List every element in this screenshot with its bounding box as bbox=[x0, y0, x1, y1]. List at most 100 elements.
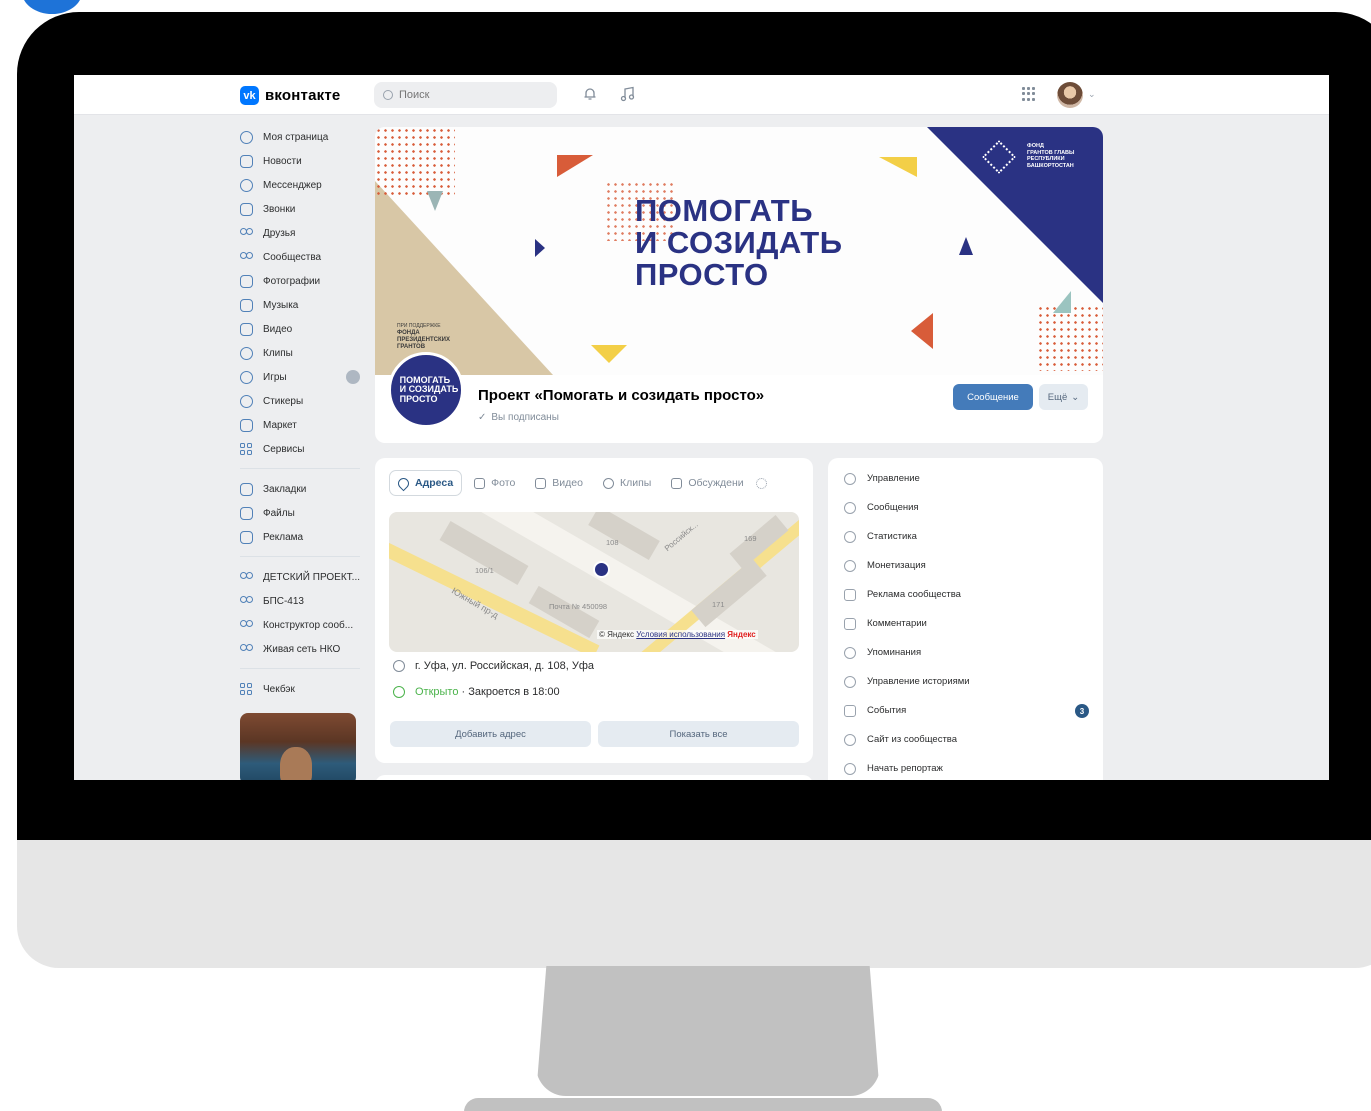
menu-item[interactable]: Друзья bbox=[240, 221, 370, 245]
bell-icon[interactable] bbox=[583, 87, 597, 101]
video-icon bbox=[240, 322, 253, 336]
admin-item[interactable]: Упоминания bbox=[828, 638, 1103, 667]
services-icon bbox=[240, 682, 253, 696]
bookmark-icon bbox=[240, 482, 253, 496]
cover-teal-triangle bbox=[427, 191, 443, 211]
admin-item[interactable]: Управление историями bbox=[828, 667, 1103, 696]
communities-icon bbox=[240, 643, 253, 656]
menu-item[interactable]: Фотографии bbox=[240, 269, 370, 293]
admin-item-label: Статистика bbox=[867, 531, 917, 542]
sponsor-presidential-grants: ПРИ ПОДДЕРЖКЕ ФОНДА ПРЕЗИДЕНТСКИХ ГРАНТО… bbox=[397, 323, 450, 350]
menu-item[interactable]: Звонки bbox=[240, 197, 370, 221]
menu-item[interactable]: Маркет bbox=[240, 413, 370, 437]
menu-item[interactable]: ДЕТСКИЙ ПРОЕКТ... bbox=[240, 565, 370, 589]
cover-yellow-bottom-triangle bbox=[591, 345, 627, 363]
next-card bbox=[375, 775, 813, 780]
menu-item[interactable]: Сервисы bbox=[240, 437, 370, 461]
admin-item[interactable]: Управление bbox=[828, 464, 1103, 493]
chevron-down-icon[interactable]: ⌄ bbox=[1088, 89, 1096, 100]
menu-divider bbox=[240, 556, 360, 557]
clock-icon bbox=[393, 686, 405, 698]
terms-link[interactable]: Условия использования bbox=[636, 630, 725, 639]
tab-clips[interactable]: Клипы bbox=[595, 470, 659, 496]
menu-item[interactable]: Файлы bbox=[240, 501, 370, 525]
admin-item[interactable]: Сообщения bbox=[828, 493, 1103, 522]
address-map[interactable]: 108 169 106/1 171 Почта № 450098 Южный п… bbox=[389, 512, 799, 652]
menu-item-label: Мессенджер bbox=[263, 179, 322, 191]
tab-discussions[interactable]: Обсуждени bbox=[663, 470, 751, 496]
menu-item[interactable]: БПС-413 bbox=[240, 589, 370, 613]
megaphone-icon bbox=[240, 530, 253, 544]
admin-item[interactable]: Сайт из сообщества bbox=[828, 725, 1103, 754]
clips-icon bbox=[602, 477, 614, 489]
cover-red-triangle bbox=[557, 155, 593, 177]
friends-icon bbox=[240, 227, 253, 240]
promo-thumbnail[interactable] bbox=[240, 713, 356, 780]
admin-item[interactable]: Статистика bbox=[828, 522, 1103, 551]
menu-item[interactable]: Новости bbox=[240, 149, 370, 173]
globe-icon bbox=[844, 733, 856, 746]
tab-photos[interactable]: Фото bbox=[466, 470, 523, 496]
admin-item[interactable]: Монетизация bbox=[828, 551, 1103, 580]
message-button[interactable]: Сообщение bbox=[953, 384, 1033, 410]
file-icon bbox=[240, 506, 253, 520]
more-button[interactable]: Ещё ⌄ bbox=[1039, 384, 1088, 410]
admin-item-label: События bbox=[867, 705, 907, 716]
gear-icon[interactable] bbox=[755, 477, 767, 489]
admin-item-label: Сообщения bbox=[867, 502, 919, 513]
admin-item[interactable]: События 3 bbox=[828, 696, 1103, 725]
calendar-icon bbox=[844, 704, 856, 717]
megaphone-icon bbox=[844, 588, 856, 601]
user-circle-icon bbox=[240, 130, 253, 144]
events-count-badge: 3 bbox=[1075, 704, 1089, 718]
show-all-button[interactable]: Показать все bbox=[598, 721, 799, 747]
cover-image: ПОМОГАТЬ И СОЗИДАТЬ ПРОСТО ПРИ ПОДДЕРЖКЕ… bbox=[375, 127, 1103, 375]
admin-item-label: Управление bbox=[867, 473, 920, 484]
menu-item[interactable]: Стикеры bbox=[240, 389, 370, 413]
admin-item[interactable]: Комментарии bbox=[828, 609, 1103, 638]
menu-item[interactable]: Моя страница bbox=[240, 125, 370, 149]
admin-item[interactable]: Реклама сообщества bbox=[828, 580, 1103, 609]
menu-item[interactable]: Конструктор сооб... bbox=[240, 613, 370, 637]
avatar[interactable] bbox=[1057, 82, 1083, 108]
map-marker[interactable] bbox=[593, 561, 610, 578]
cover-dots-bottom-right bbox=[1037, 305, 1103, 371]
subscription-status[interactable]: ✓ Вы подписаны bbox=[478, 412, 559, 423]
menu-item[interactable]: Сообщества bbox=[240, 245, 370, 269]
menu-item[interactable]: Мессенджер bbox=[240, 173, 370, 197]
left-menu: Моя страница Новости Мессенджер Звонки Друзь… bbox=[240, 125, 370, 780]
admin-item[interactable]: Начать репортаж bbox=[828, 754, 1103, 780]
mention-icon bbox=[844, 646, 856, 659]
monitor-stand-neck bbox=[536, 966, 880, 1096]
admin-item-label: Монетизация bbox=[867, 560, 926, 571]
screen: vk вконтакте ⌄ Моя страница Новости Мессен… bbox=[74, 75, 1329, 780]
add-address-button[interactable]: Добавить адрес bbox=[390, 721, 591, 747]
search-box[interactable] bbox=[374, 82, 557, 108]
apps-icon[interactable] bbox=[1022, 87, 1036, 101]
gear-icon bbox=[844, 472, 856, 485]
menu-item[interactable]: Живая сеть НКО bbox=[240, 637, 370, 661]
status-close-time: · Закроется в 18:00 bbox=[461, 686, 560, 698]
vk-logo[interactable]: vk вконтакте bbox=[240, 86, 340, 105]
search-input[interactable] bbox=[399, 89, 539, 101]
group-avatar[interactable]: ПОМОГАТЬ И СОЗИДАТЬ ПРОСТО bbox=[388, 352, 464, 428]
tab-videos[interactable]: Видео bbox=[527, 470, 591, 496]
menu-item[interactable]: Закладки bbox=[240, 477, 370, 501]
music-icon[interactable] bbox=[620, 86, 636, 102]
tab-addresses[interactable]: Адреса bbox=[389, 470, 463, 496]
menu-item[interactable]: Игры bbox=[240, 365, 370, 389]
photo-icon bbox=[474, 477, 486, 489]
video-icon bbox=[535, 477, 547, 489]
menu-item[interactable]: Видео bbox=[240, 317, 370, 341]
menu-item[interactable]: Клипы bbox=[240, 341, 370, 365]
menu-item-label: Живая сеть НКО bbox=[263, 643, 341, 655]
menu-item[interactable]: Чекбэк bbox=[240, 677, 370, 701]
menu-item-label: Фотографии bbox=[263, 275, 321, 287]
menu-item-label: Видео bbox=[263, 323, 293, 335]
cover-headline: ПОМОГАТЬ И СОЗИДАТЬ ПРОСТО bbox=[635, 193, 843, 292]
cover-yellow-triangle bbox=[879, 157, 917, 177]
content-tabs: Адреса Фото Видео Клипы Обсуждени bbox=[389, 470, 767, 496]
menu-item[interactable]: Реклама bbox=[240, 525, 370, 549]
menu-item-label: Сообщества bbox=[263, 251, 322, 263]
menu-item[interactable]: Музыка bbox=[240, 293, 370, 317]
